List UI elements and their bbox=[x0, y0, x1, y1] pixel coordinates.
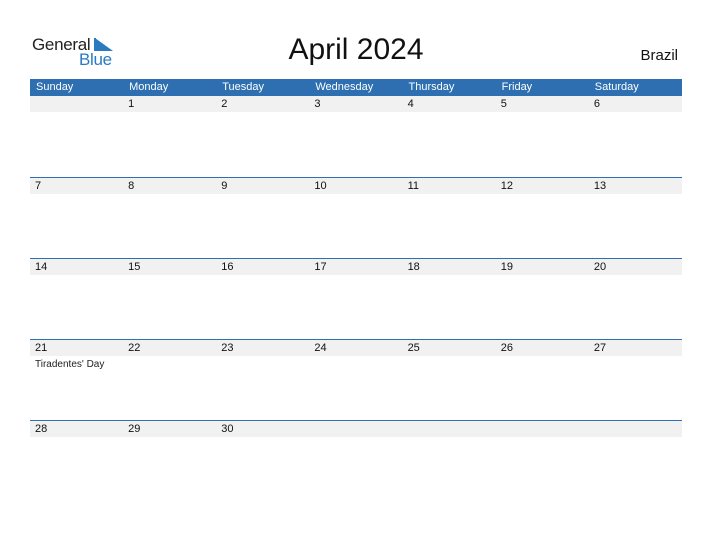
day-number: 1 bbox=[128, 98, 135, 110]
day-cell[interactable]: 23 bbox=[216, 340, 309, 421]
day-number: 7 bbox=[35, 180, 42, 192]
day-number: 9 bbox=[221, 180, 228, 192]
day-cell[interactable]: 20 bbox=[589, 259, 682, 340]
day-number: 3 bbox=[314, 98, 321, 110]
day-cell[interactable]: 10 bbox=[309, 178, 402, 259]
day-number: 15 bbox=[128, 261, 141, 273]
week-row: 7 8 9 10 11 12 13 bbox=[30, 177, 682, 259]
day-cell[interactable]: 14 bbox=[30, 259, 123, 340]
day-cell[interactable]: 2 bbox=[216, 96, 309, 177]
day-number: 5 bbox=[500, 98, 507, 110]
day-number: 10 bbox=[314, 180, 327, 192]
day-cell[interactable]: 30 bbox=[216, 421, 309, 502]
weekday-thursday: Thursday bbox=[408, 81, 455, 93]
weekday-friday: Friday bbox=[501, 81, 533, 93]
day-number: 12 bbox=[500, 180, 513, 192]
day-cell[interactable]: 13 bbox=[589, 178, 682, 259]
holiday-label: Tiradentes' Day bbox=[35, 359, 105, 370]
day-cell[interactable]: 19 bbox=[496, 259, 589, 340]
week-row: 14 15 16 17 18 19 20 bbox=[30, 258, 682, 340]
country-label: Brazil bbox=[640, 47, 678, 64]
day-cell[interactable]: 21 Tiradentes' Day bbox=[30, 340, 123, 421]
day-cell[interactable]: 29 bbox=[123, 421, 216, 502]
day-cell[interactable] bbox=[403, 421, 496, 502]
day-cell[interactable]: 4 bbox=[403, 96, 496, 177]
day-cell[interactable]: 3 bbox=[309, 96, 402, 177]
day-number: 17 bbox=[314, 261, 327, 273]
week-row: 28 29 30 bbox=[30, 420, 682, 502]
day-number: 23 bbox=[221, 342, 234, 354]
day-cell[interactable]: 12 bbox=[496, 178, 589, 259]
day-cell[interactable]: 22 bbox=[123, 340, 216, 421]
day-number: 28 bbox=[35, 423, 48, 435]
day-number: 4 bbox=[407, 98, 414, 110]
day-number: 20 bbox=[593, 261, 607, 273]
day-cell[interactable] bbox=[30, 96, 123, 177]
day-cell[interactable]: 9 bbox=[216, 178, 309, 259]
day-cell[interactable]: 7 bbox=[30, 178, 123, 259]
day-number: 6 bbox=[593, 98, 600, 110]
day-cell[interactable] bbox=[309, 421, 402, 502]
day-number: 14 bbox=[35, 261, 48, 273]
day-cell[interactable]: 8 bbox=[123, 178, 216, 259]
day-cell[interactable]: 24 bbox=[309, 340, 402, 421]
day-number: 8 bbox=[128, 180, 135, 192]
day-number: 22 bbox=[128, 342, 141, 354]
day-cell[interactable]: 18 bbox=[403, 259, 496, 340]
day-cell[interactable]: 16 bbox=[216, 259, 309, 340]
weekday-wednesday: Wednesday bbox=[315, 81, 374, 93]
day-number: 18 bbox=[407, 261, 420, 273]
weekday-sunday: Sunday bbox=[36, 81, 74, 93]
calendar-title: April 2024 bbox=[288, 33, 424, 66]
weekday-monday: Monday bbox=[129, 81, 169, 93]
day-number: 30 bbox=[221, 423, 234, 435]
weekday-saturday: Saturday bbox=[594, 81, 639, 93]
day-number: 25 bbox=[407, 342, 420, 354]
day-number: 19 bbox=[500, 261, 513, 273]
week-row: 1 2 3 4 5 6 bbox=[30, 96, 682, 177]
day-cell[interactable] bbox=[589, 421, 682, 502]
day-number: 29 bbox=[128, 423, 141, 435]
day-cell[interactable]: 5 bbox=[496, 96, 589, 177]
weekday-header: Sunday Monday Tuesday Wednesday Thursday… bbox=[30, 79, 682, 96]
day-cell[interactable]: 27 bbox=[589, 340, 682, 421]
day-cell[interactable]: 26 bbox=[496, 340, 589, 421]
day-cell[interactable]: 6 bbox=[589, 96, 682, 177]
day-cell[interactable]: 15 bbox=[123, 259, 216, 340]
day-number: 24 bbox=[314, 342, 327, 354]
day-number: 27 bbox=[593, 342, 607, 354]
day-cell[interactable] bbox=[496, 421, 589, 502]
day-number: 13 bbox=[593, 180, 607, 192]
day-number: 2 bbox=[221, 98, 228, 110]
day-cell[interactable]: 25 bbox=[403, 340, 496, 421]
day-cell[interactable]: 17 bbox=[309, 259, 402, 340]
week-row: 21 Tiradentes' Day 22 23 24 25 26 27 bbox=[30, 339, 682, 421]
day-number: 26 bbox=[500, 342, 513, 354]
weekday-tuesday: Tuesday bbox=[222, 81, 265, 93]
day-cell[interactable]: 1 bbox=[123, 96, 216, 177]
day-number: 16 bbox=[221, 261, 234, 273]
day-cell[interactable]: 28 bbox=[30, 421, 123, 502]
day-cell[interactable]: 11 bbox=[403, 178, 496, 259]
day-number: 11 bbox=[407, 180, 419, 192]
day-number: 21 bbox=[35, 342, 48, 354]
